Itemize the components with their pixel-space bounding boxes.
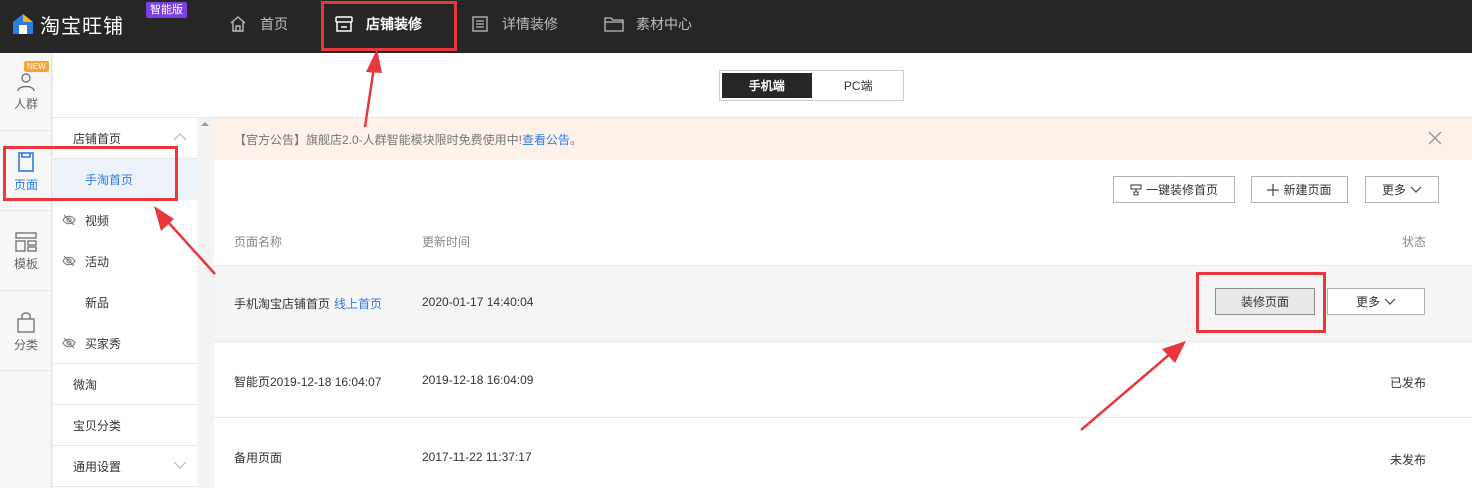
chevron-down-icon [1384, 298, 1396, 305]
header-page-name: 页面名称 [234, 235, 283, 249]
sidebar-item-general-settings[interactable]: 通用设置 [53, 446, 197, 487]
official-notice: 【官方公告】旗舰店2.0-人群智能模块限时免费使用中! 查看公告 。 [214, 118, 1472, 160]
row-more-label: 更多 [1355, 295, 1380, 309]
table-row: 智能页2019-12-18 16:04:07 2019-12-18 16:04:… [214, 341, 1472, 417]
one-key-decorate-button[interactable]: 一键装修首页 [1113, 176, 1235, 203]
row-more-button[interactable]: 更多 [1327, 288, 1425, 315]
notice-link[interactable]: 查看公告 [522, 131, 570, 148]
logo-icon [12, 13, 34, 35]
sidebar-item-weitao[interactable]: 微淘 [53, 364, 197, 405]
template-icon [15, 231, 37, 252]
row-updated: 2019-12-18 16:04:09 [422, 373, 534, 387]
sidebar-label: 新品 [85, 296, 110, 310]
sidebar-item-mobile-home[interactable]: 手淘首页 [53, 159, 197, 200]
device-toggle-bar: 手机端 PC端 [53, 53, 1472, 118]
chevron-down-icon [1410, 186, 1422, 193]
close-icon[interactable] [1428, 131, 1442, 145]
sidebar-item-shop-home[interactable]: 店铺首页 [53, 118, 197, 159]
rail-label-crowd: 人群 [13, 96, 38, 111]
folder-icon [604, 14, 624, 34]
rail-item-crowd[interactable]: NEW 人群 [0, 53, 52, 131]
rail-item-category[interactable]: 分类 [0, 293, 52, 371]
rail-item-template[interactable]: 模板 [0, 213, 52, 291]
row-updated: 2017-11-22 11:37:17 [422, 450, 532, 464]
chevron-down-icon[interactable] [173, 460, 187, 470]
table-row: 手机淘宝店铺首页 线上首页 2020-01-17 14:40:04 装修页面 更… [214, 265, 1472, 341]
new-badge: NEW [24, 61, 49, 72]
top-bar: 淘宝旺铺 智能版 首页 店铺装修 详情装修 素材中心 [0, 0, 1472, 53]
rail-item-page[interactable]: 页面 [0, 133, 52, 211]
eye-hidden-icon [62, 255, 76, 267]
sidebar-label: 手淘首页 [85, 173, 134, 187]
plus-icon [1267, 183, 1280, 196]
chevron-up-icon[interactable] [173, 132, 187, 142]
eye-hidden-icon [62, 337, 76, 349]
shop-icon [334, 14, 354, 34]
online-home-tag[interactable]: 线上首页 [334, 295, 382, 312]
nav-detail-label: 详情装修 [502, 16, 558, 32]
sidebar-item-item-category[interactable]: 宝贝分类 [53, 405, 197, 446]
bag-icon [17, 311, 35, 333]
home-icon [228, 14, 248, 34]
sidebar-item-video[interactable]: 视频 [53, 200, 197, 241]
nav-shop-label: 店铺装修 [366, 16, 422, 32]
nav-detail-decoration[interactable]: 详情装修 [470, 0, 558, 48]
sidebar-label: 活动 [85, 255, 110, 269]
device-toggle: 手机端 PC端 [719, 70, 904, 101]
nav-material-center[interactable]: 素材中心 [604, 0, 692, 48]
sidebar-label: 宝贝分类 [73, 418, 122, 433]
person-icon [17, 72, 35, 91]
table-row: 备用页面 2017-11-22 11:37:17 未发布 [214, 417, 1472, 488]
sidebar-label: 视频 [85, 214, 110, 228]
rail-label-category: 分类 [13, 337, 38, 352]
left-rail: NEW 人群 页面 模板 分类 [0, 53, 52, 488]
nav-home-label: 首页 [260, 16, 288, 32]
eye-hidden-icon [62, 214, 76, 226]
decorate-page-button[interactable]: 装修页面 [1215, 288, 1315, 315]
toolbar-more-label: 更多 [1381, 183, 1406, 197]
nav-home[interactable]: 首页 [228, 0, 288, 48]
logo-text: 淘宝旺铺 [40, 13, 124, 38]
row-page-name: 手机淘宝店铺首页 [234, 297, 331, 311]
notice-text: 【官方公告】旗舰店2.0-人群智能模块限时免费使用中! [234, 132, 523, 147]
row-status: 未发布 [1389, 453, 1426, 467]
page-toolbar: 一键装修首页 新建页面 更多 [214, 160, 1472, 217]
table-header: 页面名称 更新时间 状态 [214, 217, 1472, 265]
edition-badge: 智能版 [146, 2, 187, 18]
sidebar-label: 通用设置 [73, 459, 122, 474]
new-page-button[interactable]: 新建页面 [1251, 176, 1348, 203]
rail-label-template: 模板 [13, 256, 38, 271]
row-page-name: 备用页面 [234, 451, 283, 465]
page-icon [18, 151, 34, 172]
page-sidebar: 店铺首页 手淘首页 视频 活动 新品 买家秀 微淘 宝贝分类 通用设置 [53, 118, 197, 488]
sidebar-label: 买家秀 [85, 336, 122, 351]
nav-material-label: 素材中心 [636, 16, 692, 32]
logo[interactable]: 淘宝旺铺 [12, 6, 124, 42]
sidebar-label: 微淘 [73, 377, 98, 392]
brush-icon [1130, 183, 1142, 196]
notice-suffix: 。 [570, 132, 583, 147]
toolbar-more-button[interactable]: 更多 [1365, 176, 1439, 203]
row-page-name: 智能页2019-12-18 16:04:07 [234, 375, 382, 389]
toggle-pc[interactable]: PC端 [814, 71, 904, 100]
scroll-up-icon[interactable] [201, 122, 209, 126]
sidebar-scrollbar[interactable] [197, 118, 214, 488]
new-page-label: 新建页面 [1283, 183, 1332, 197]
sidebar-label: 店铺首页 [73, 131, 122, 146]
row-updated: 2020-01-17 14:40:04 [422, 295, 534, 309]
sidebar-item-new-arrivals[interactable]: 新品 [53, 282, 197, 323]
sidebar-item-buyer-show[interactable]: 买家秀 [53, 323, 197, 364]
toggle-mobile[interactable]: 手机端 [722, 73, 812, 98]
row-status: 已发布 [1389, 376, 1426, 390]
rail-label-page: 页面 [13, 177, 38, 192]
one-key-label: 一键装修首页 [1145, 183, 1218, 197]
list-icon [470, 14, 490, 34]
header-updated: 更新时间 [422, 235, 471, 249]
nav-shop-decoration[interactable]: 店铺装修 [334, 0, 422, 48]
header-status: 状态 [1401, 235, 1426, 249]
sidebar-item-activity[interactable]: 活动 [53, 241, 197, 282]
